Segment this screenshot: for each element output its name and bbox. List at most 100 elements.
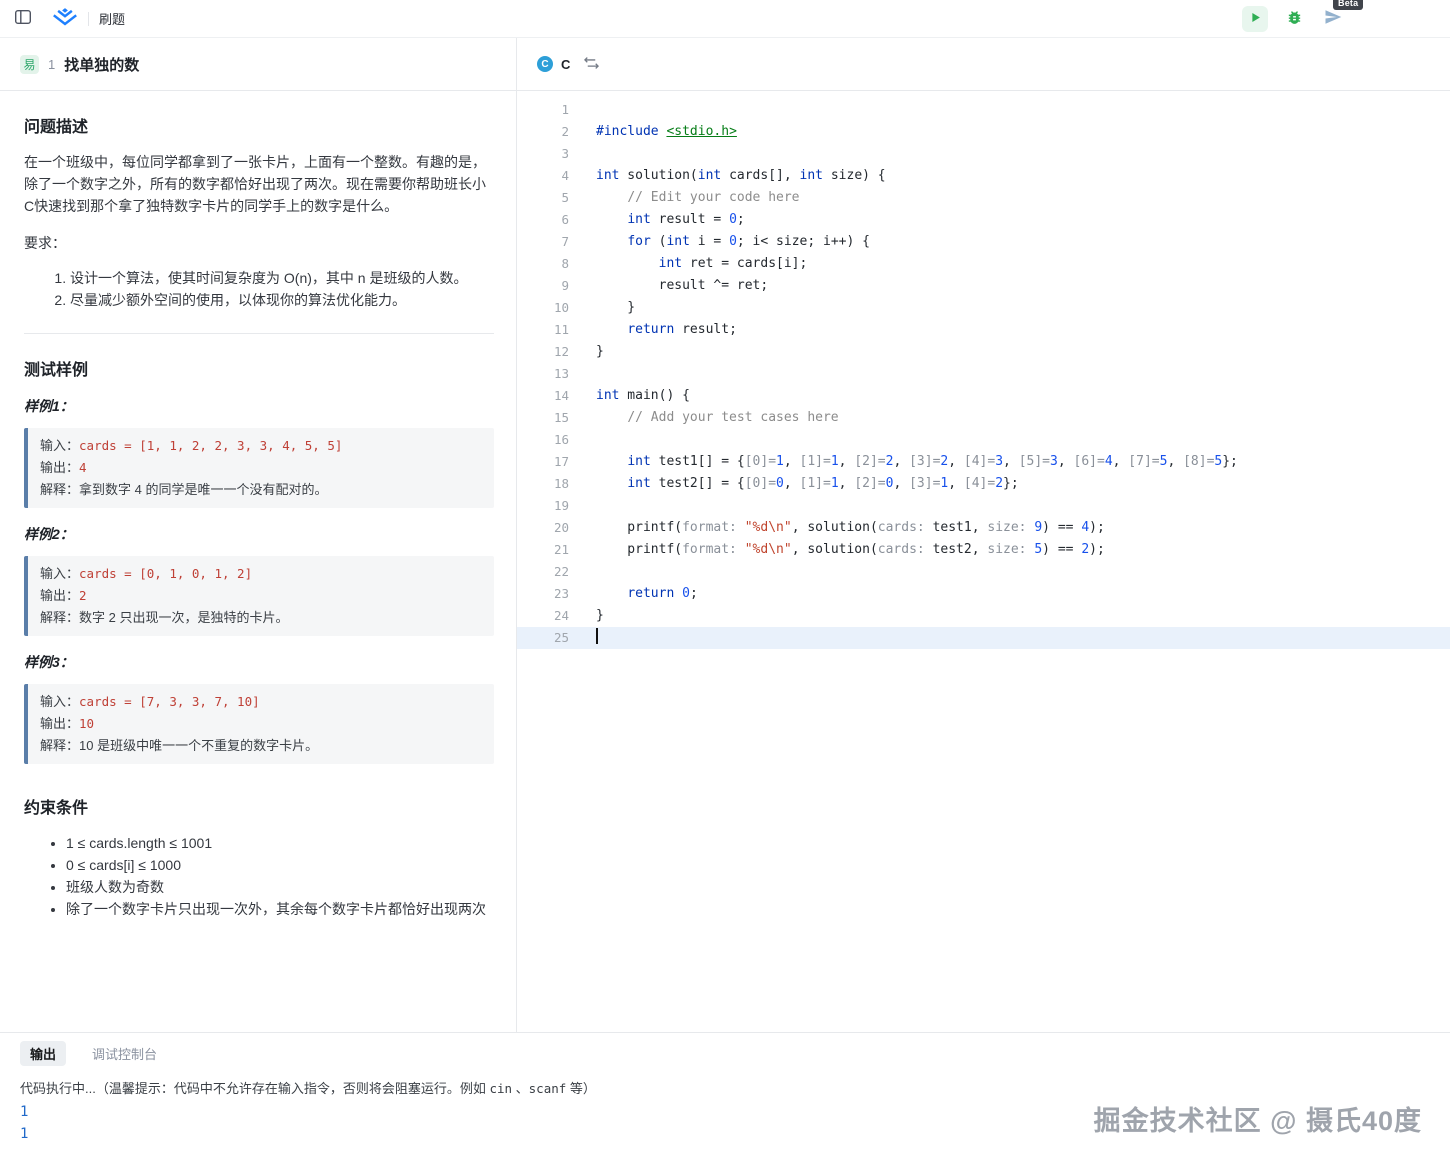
requirement-item: 尽量减少额外空间的使用，以体现你的算法优化能力。 <box>70 289 494 311</box>
code-line[interactable]: 23 return 0; <box>517 583 1450 605</box>
code-line[interactable]: 10 } <box>517 297 1450 319</box>
line-number: 4 <box>517 165 569 187</box>
line-number: 8 <box>517 253 569 275</box>
sample-input: 输入：cards = [7, 3, 3, 7, 10] <box>40 691 482 713</box>
code-line[interactable]: 11 return result; <box>517 319 1450 341</box>
sidebar-toggle-icon <box>14 8 32 29</box>
debug-button[interactable] <box>1281 6 1307 32</box>
beta-badge: Beta <box>1333 0 1363 10</box>
line-number: 3 <box>517 143 569 165</box>
code-line[interactable]: 8 int ret = cards[i]; <box>517 253 1450 275</box>
code-line[interactable]: 25 <box>517 627 1450 649</box>
sidebar-toggle-button[interactable] <box>10 6 36 32</box>
sample-explanation: 解释：数字 2 只出现一次，是独特的卡片。 <box>40 607 482 629</box>
line-number: 17 <box>517 451 569 473</box>
problem-header: 易 1 找单独的数 <box>0 38 516 91</box>
requirements-label: 要求： <box>24 233 494 253</box>
line-number: 14 <box>517 385 569 407</box>
juejin-logo[interactable] <box>52 7 78 31</box>
output-line: 1 <box>20 1101 1430 1123</box>
sample-explanation: 解释：拿到数字 4 的同学是唯一一个没有配对的。 <box>40 479 482 501</box>
line-number: 12 <box>517 341 569 363</box>
constraint-item: 班级人数为奇数 <box>66 876 494 898</box>
code-line[interactable]: 16 <box>517 429 1450 451</box>
code-line[interactable]: 7 for (int i = 0; i< size; i++) { <box>517 231 1450 253</box>
code-editor[interactable]: 12#include <stdio.h>34int solution(int c… <box>517 91 1450 1032</box>
output-line: 1 <box>20 1123 1430 1145</box>
line-number: 15 <box>517 407 569 429</box>
line-number: 7 <box>517 231 569 253</box>
line-number: 24 <box>517 605 569 627</box>
code-line[interactable]: 2#include <stdio.h> <box>517 121 1450 143</box>
line-number: 19 <box>517 495 569 517</box>
app-window: 刷题 Beta <box>0 0 1450 1152</box>
run-button[interactable] <box>1242 6 1268 32</box>
code-line[interactable]: 21 printf(format: "%d\n", solution(cards… <box>517 539 1450 561</box>
code-line[interactable]: 17 int test1[] = {[0]=1, [1]=1, [2]=2, [… <box>517 451 1450 473</box>
code-line[interactable]: 24} <box>517 605 1450 627</box>
problem-panel: 易 1 找单独的数 问题描述 在一个班级中，每位同学都拿到了一张卡片，上面有一个… <box>0 38 517 1032</box>
sample-box: 输入：cards = [1, 1, 2, 2, 3, 3, 4, 5, 5]输出… <box>24 428 494 508</box>
app-title: 刷题 <box>99 9 125 28</box>
play-icon <box>1248 10 1263 28</box>
topbar: 刷题 Beta <box>0 0 1450 38</box>
console-tab-output[interactable]: 输出 <box>20 1041 66 1066</box>
code-line[interactable]: 13 <box>517 363 1450 385</box>
constraint-item: 0 ≤ cards[i] ≤ 1000 <box>66 854 494 876</box>
text-cursor <box>596 628 598 644</box>
code-line[interactable]: 6 int result = 0; <box>517 209 1450 231</box>
line-number: 6 <box>517 209 569 231</box>
samples-container: 样例1：输入：cards = [1, 1, 2, 2, 3, 3, 4, 5, … <box>24 396 494 764</box>
line-number: 11 <box>517 319 569 341</box>
code-line[interactable]: 9 result ^= ret; <box>517 275 1450 297</box>
line-number: 10 <box>517 297 569 319</box>
code-line[interactable]: 15 // Add your test cases here <box>517 407 1450 429</box>
code-line[interactable]: 19 <box>517 495 1450 517</box>
section-divider <box>24 333 494 334</box>
problem-description: 在一个班级中，每位同学都拿到了一张卡片，上面有一个整数。有趣的是，除了一个数字之… <box>24 151 494 217</box>
console-tab-debug[interactable]: 调试控制台 <box>92 1044 157 1063</box>
sample-box: 输入：cards = [0, 1, 0, 1, 2]输出：2解释：数字 2 只出… <box>24 556 494 636</box>
line-number: 1 <box>517 99 569 121</box>
juejin-logo-icon <box>52 7 78 31</box>
topbar-divider <box>88 12 89 26</box>
difficulty-badge: 易 <box>20 55 39 74</box>
swap-language-button[interactable] <box>584 56 599 73</box>
section-title-samples: 测试样例 <box>24 356 494 380</box>
sample-label: 样例2： <box>24 524 494 544</box>
code-line[interactable]: 5 // Edit your code here <box>517 187 1450 209</box>
c-language-icon: C <box>537 56 553 72</box>
code-line[interactable]: 22 <box>517 561 1450 583</box>
line-number: 9 <box>517 275 569 297</box>
constraints-list: 1 ≤ cards.length ≤ 10010 ≤ cards[i] ≤ 10… <box>24 832 494 920</box>
code-line[interactable]: 20 printf(format: "%d\n", solution(cards… <box>517 517 1450 539</box>
bug-icon <box>1286 9 1303 29</box>
code-line[interactable]: 12} <box>517 341 1450 363</box>
line-number: 16 <box>517 429 569 451</box>
language-label: C <box>561 57 570 72</box>
line-number: 23 <box>517 583 569 605</box>
sample-input: 输入：cards = [1, 1, 2, 2, 3, 3, 4, 5, 5] <box>40 435 482 457</box>
paper-plane-icon <box>1324 8 1342 29</box>
sample-input: 输入：cards = [0, 1, 0, 1, 2] <box>40 563 482 585</box>
console-outputs: 11 <box>20 1101 1430 1145</box>
line-number: 25 <box>517 627 569 649</box>
console-panel: 输出调试控制台 代码执行中...（温馨提示：代码中不允许存在输入指令，否则将会阻… <box>0 1032 1450 1152</box>
line-number: 18 <box>517 473 569 495</box>
code-lines: 12#include <stdio.h>34int solution(int c… <box>517 99 1450 649</box>
code-line[interactable]: 18 int test2[] = {[0]=0, [1]=1, [2]=0, [… <box>517 473 1450 495</box>
editor-header: C C <box>517 38 1450 91</box>
code-line[interactable]: 3 <box>517 143 1450 165</box>
code-line[interactable]: 14int main() { <box>517 385 1450 407</box>
sample-output: 输出：2 <box>40 585 482 607</box>
code-line[interactable]: 4int solution(int cards[], int size) { <box>517 165 1450 187</box>
editor-panel: C C 12#include <stdio.h>34int solution(i… <box>517 38 1450 1032</box>
line-number: 20 <box>517 517 569 539</box>
console-tabs: 输出 调试控制台 <box>20 1041 1430 1065</box>
line-number: 21 <box>517 539 569 561</box>
section-title-description: 问题描述 <box>24 113 494 137</box>
code-line[interactable]: 1 <box>517 99 1450 121</box>
requirements-list: 设计一个算法，使其时间复杂度为 O(n)，其中 n 是班级的人数。尽量减少额外空… <box>24 267 494 311</box>
problem-number: 1 <box>48 57 55 72</box>
sample-output: 输出：4 <box>40 457 482 479</box>
